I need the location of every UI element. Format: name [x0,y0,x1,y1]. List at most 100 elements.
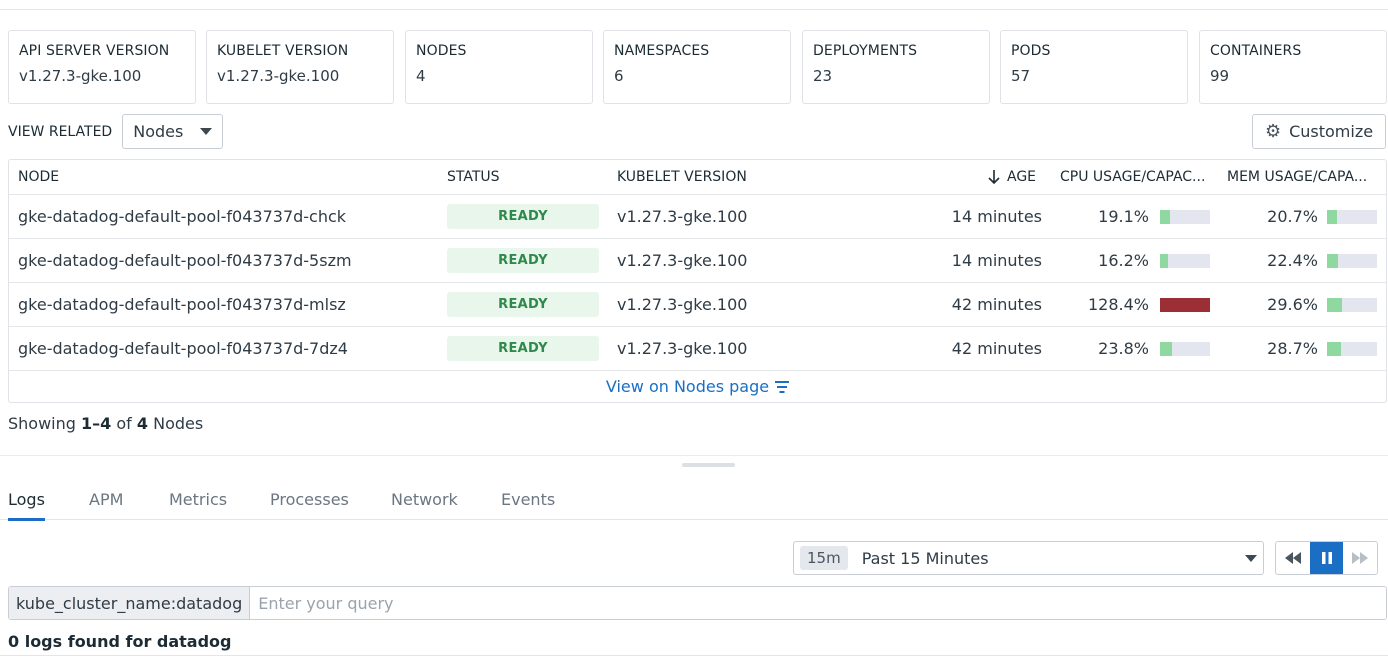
mem-usage-bar-fill [1327,298,1342,312]
column-header-age[interactable]: AGE [987,160,1036,194]
tab-metrics[interactable]: Metrics [169,478,227,520]
table-row[interactable]: gke-datadog-default-pool-f043737d-chck RE… [9,195,1386,239]
cpu-usage-bar-fill [1160,342,1172,356]
summary-card-label: API SERVER VERSION [19,43,170,59]
mem-usage-bar-fill [1327,254,1339,268]
tab-processes[interactable]: Processes [270,478,349,520]
status-cell: READY [447,239,599,282]
summary-card-value: 4 [416,67,426,85]
summary-card-value: 99 [1210,67,1230,85]
column-header-cpu[interactable]: CPU USAGE/CAPAC... [1060,160,1220,194]
gear-icon: ⚙ [1264,120,1282,142]
status-badge: READY [447,248,599,273]
view-related-select[interactable]: Nodes [122,114,224,149]
summary-card-label: PODS [1011,43,1051,59]
summary-card-label: KUBELET VERSION [217,43,349,59]
bottom-tabs: Logs APM Metrics Processes Network Event… [0,478,1388,521]
mem-usage-value: 22.4% [1267,251,1318,270]
tab-logs[interactable]: Logs [8,478,45,521]
top-divider [0,9,1388,10]
panel-divider [0,455,1388,456]
pause-button[interactable] [1309,542,1344,574]
summary-card-api-server-version: API SERVER VERSION v1.27.3-gke.100 [8,30,196,104]
tab-events[interactable]: Events [501,478,555,520]
table-row[interactable]: gke-datadog-default-pool-f043737d-7dz4 RE… [9,327,1386,371]
view-on-nodes-page-link[interactable]: View on Nodes page [9,370,1386,403]
playback-controls [1275,541,1378,575]
kubelet-version: v1.27.3-gke.100 [617,339,748,358]
cpu-usage-bar-fill [1160,298,1210,312]
log-query-bar: kube_cluster_name:datadog [8,586,1387,620]
mem-usage-bar [1327,298,1377,312]
chevron-down-icon [200,128,213,135]
summary-card-kubelet-version: KUBELET VERSION v1.27.3-gke.100 [206,30,394,104]
cpu-usage-bar-fill [1160,254,1169,268]
node-age: 42 minutes [951,339,1042,358]
fast-forward-button[interactable] [1343,542,1377,574]
column-header-node[interactable]: NODE [18,160,59,194]
node-age: 14 minutes [951,251,1042,270]
summary-card-pods: PODS 57 [1000,30,1188,104]
column-header-kubelet-version[interactable]: KUBELET VERSION [617,160,747,194]
table-row[interactable]: gke-datadog-default-pool-f043737d-5szm RE… [9,239,1386,283]
mem-usage-value: 28.7% [1267,339,1318,358]
query-tag[interactable]: kube_cluster_name:datadog [9,587,251,619]
table-row[interactable]: gke-datadog-default-pool-f043737d-mlsz RE… [9,283,1386,327]
status-cell: READY [447,283,599,326]
cpu-usage-bar [1160,210,1210,224]
node-name[interactable]: gke-datadog-default-pool-f043737d-5szm [18,239,352,282]
status-badge: READY [447,336,599,361]
summary-card-deployments: DEPLOYMENTS 23 [802,30,990,104]
column-header-status[interactable]: STATUS [447,160,500,194]
time-range-badge: 15m [800,546,848,570]
tab-apm[interactable]: APM [89,478,123,520]
node-name[interactable]: gke-datadog-default-pool-f043737d-chck [18,195,346,238]
showing-of: of [116,414,132,433]
rewind-button[interactable] [1276,542,1310,574]
showing-prefix: Showing [8,414,76,433]
summary-card-value: 23 [813,67,833,85]
customize-button[interactable]: ⚙ Customize [1252,114,1386,149]
fast-forward-icon [1352,552,1369,564]
view-related-bar: VIEW RELATED Nodes [8,114,224,149]
summary-card-label: DEPLOYMENTS [813,43,918,59]
cpu-usage-bar-fill [1160,210,1170,224]
cpu-usage-value: 23.8% [1098,339,1149,358]
kubelet-version: v1.27.3-gke.100 [617,207,748,226]
mem-usage-bar-fill [1327,342,1342,356]
column-header-mem[interactable]: MEM USAGE/CAPA... [1227,160,1385,194]
cpu-usage-value: 16.2% [1098,251,1149,270]
showing-count: Showing 1–4 of 4 Nodes [8,414,203,433]
log-result-text: 0 logs found for datadog [8,632,232,651]
cpu-usage-bar [1160,342,1210,356]
cluster-summary: API SERVER VERSION v1.27.3-gke.100 KUBEL… [8,30,1388,104]
summary-card-value: v1.27.3-gke.100 [217,67,340,85]
summary-card-namespaces: NAMESPACES 6 [603,30,791,104]
summary-card-label: NAMESPACES [614,43,710,59]
node-name[interactable]: gke-datadog-default-pool-f043737d-7dz4 [18,327,348,370]
customize-label: Customize [1289,122,1374,141]
cpu-usage-bar [1160,254,1210,268]
summary-card-containers: CONTAINERS 99 [1199,30,1387,104]
sort-descending-icon [988,170,1000,185]
kubelet-version: v1.27.3-gke.100 [617,295,748,314]
time-range-picker[interactable]: 15m Past 15 Minutes [793,541,1264,575]
chevron-down-icon [1245,554,1257,562]
summary-card-value: v1.27.3-gke.100 [19,67,142,85]
mem-usage-bar [1327,210,1377,224]
column-header-age-label: AGE [1007,169,1037,185]
tab-network[interactable]: Network [391,478,458,520]
table-header: NODE STATUS KUBELET VERSION AGE CPU USAG… [9,160,1386,195]
pause-icon [1321,552,1332,564]
mem-usage-value: 29.6% [1267,295,1318,314]
nodes-table: NODE STATUS KUBELET VERSION AGE CPU USAG… [8,159,1387,403]
filter-icon [775,380,790,393]
query-input[interactable] [250,587,1386,619]
view-related-selected: Nodes [133,122,184,141]
node-age: 42 minutes [951,295,1042,314]
node-name[interactable]: gke-datadog-default-pool-f043737d-mlsz [18,283,346,326]
cpu-usage-value: 19.1% [1098,207,1149,226]
status-cell: READY [447,195,599,238]
cpu-usage-bar [1160,298,1210,312]
resize-handle[interactable] [682,463,735,467]
